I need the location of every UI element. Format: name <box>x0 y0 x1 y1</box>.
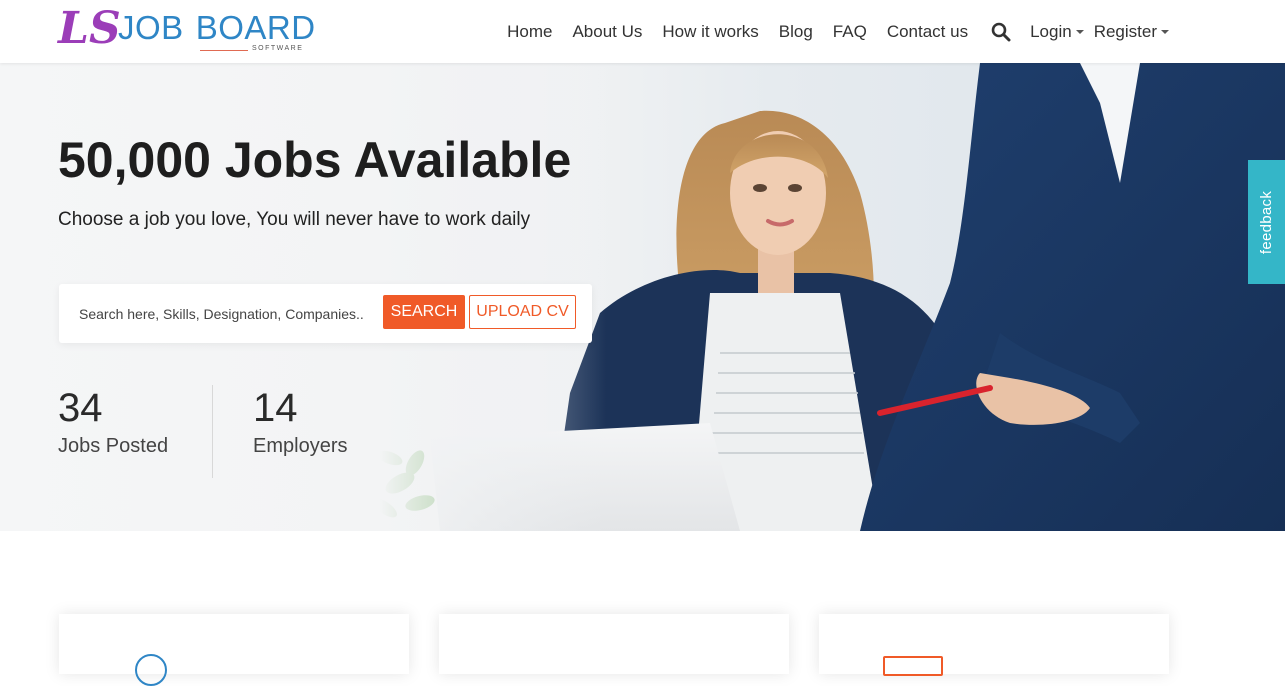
stat-jobs-posted-value: 34 <box>58 386 103 430</box>
chevron-down-icon <box>1075 30 1084 35</box>
feature-card <box>439 614 789 674</box>
main-nav: Home About Us How it works Blog FAQ Cont… <box>497 0 1173 63</box>
site-logo[interactable]: LS JOB BOARD SOFTWARE <box>58 6 318 56</box>
logo-tagline: SOFTWARE <box>252 45 304 52</box>
search-icon[interactable] <box>982 17 1020 47</box>
logo-underline <box>200 50 248 51</box>
nav-login-label: Login <box>1030 21 1072 41</box>
search-icon-graphic <box>991 22 1011 41</box>
box-icon <box>883 656 943 676</box>
nav-contact-us[interactable]: Contact us <box>877 22 978 42</box>
hero-title: 50,000 Jobs Available <box>58 132 572 188</box>
nav-register-label: Register <box>1093 21 1157 41</box>
stat-divider <box>212 385 213 478</box>
job-search-input[interactable] <box>71 296 371 331</box>
stat-employers-label: Employers <box>253 435 348 457</box>
feedback-label: feedback <box>1258 190 1275 254</box>
stat-jobs-posted: 34 Jobs Posted <box>58 385 168 458</box>
stat-jobs-posted-label: Jobs Posted <box>58 435 169 457</box>
feedback-tab[interactable]: feedback <box>1248 160 1285 284</box>
feature-card <box>59 614 409 686</box>
feature-card <box>819 614 1169 676</box>
nav-how-it-works[interactable]: How it works <box>652 22 768 42</box>
nav-register-dropdown[interactable]: Register <box>1088 22 1173 42</box>
job-search-box: SEARCH UPLOAD CV <box>59 284 592 343</box>
nav-home[interactable]: Home <box>497 22 562 42</box>
search-button[interactable]: SEARCH <box>383 295 465 329</box>
logo-word-job: JOB <box>118 9 184 46</box>
logo-word-board: BOARD <box>195 9 316 46</box>
nav-blog[interactable]: Blog <box>769 22 823 42</box>
nav-login-dropdown[interactable]: Login <box>1024 22 1088 42</box>
hero-section: 50,000 Jobs Available Choose a job you l… <box>0 63 1285 531</box>
logo-mark-text: LS <box>58 3 121 54</box>
stat-employers: 14 Employers <box>253 385 347 458</box>
hero-subtitle: Choose a job you love, You will never ha… <box>58 209 531 230</box>
logo-wordmark: JOB BOARD <box>118 10 316 46</box>
stat-employers-value: 14 <box>253 386 298 430</box>
nav-about-us[interactable]: About Us <box>562 22 652 42</box>
upload-cv-button[interactable]: UPLOAD CV <box>469 295 576 329</box>
nav-faq[interactable]: FAQ <box>823 22 877 42</box>
logo-mark: LS <box>58 6 121 52</box>
chevron-down-icon <box>1161 30 1169 35</box>
site-header: LS JOB BOARD SOFTWARE Home About Us How i… <box>0 0 1285 63</box>
